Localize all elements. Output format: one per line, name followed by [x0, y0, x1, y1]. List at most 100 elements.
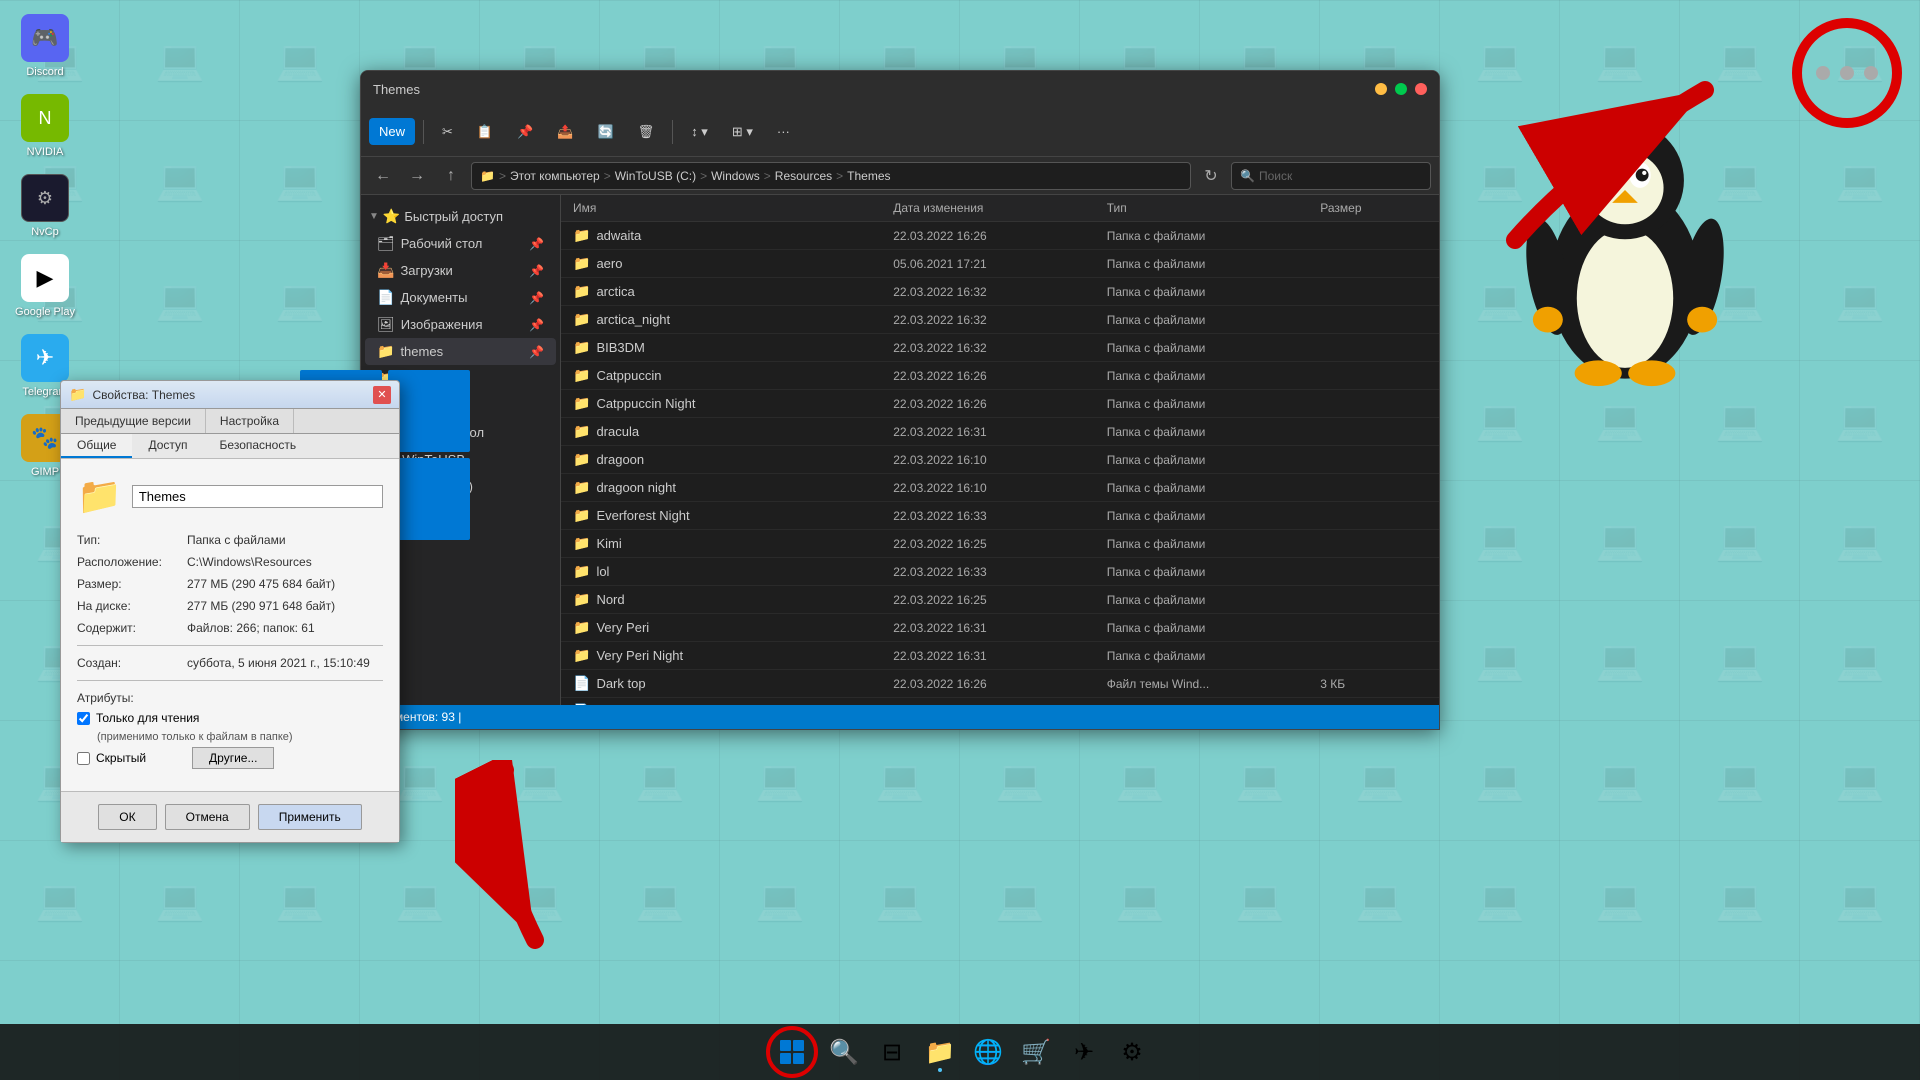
pin-button[interactable]: 📌 — [507, 118, 543, 146]
table-row[interactable]: 📁 Kimi 22.03.2022 16:25 Папка с файлами — [561, 530, 1439, 558]
google-icon: ▶ — [21, 254, 69, 302]
taskbar-explorer[interactable]: 📁 — [918, 1030, 962, 1074]
table-row[interactable]: 📁 lol 22.03.2022 16:33 Папка с файлами — [561, 558, 1439, 586]
table-row[interactable]: 📁 arctica 22.03.2022 16:32 Папка с файла… — [561, 278, 1439, 306]
path-segment-themes[interactable]: Themes — [847, 169, 890, 183]
table-row[interactable]: 📁 Nord 22.03.2022 16:25 Папка с файлами — [561, 586, 1439, 614]
up-button[interactable]: ↑ — [437, 162, 465, 190]
file-type-cell: Папка с файлами — [1107, 257, 1321, 271]
start-button-circle[interactable] — [766, 1026, 818, 1078]
documents-folder-icon: 📄 — [377, 289, 394, 306]
table-row[interactable]: 📁 aero 05.06.2021 17:21 Папка с файлами — [561, 250, 1439, 278]
sidebar-item-downloads[interactable]: 📥 Загрузки 📌 — [365, 257, 556, 284]
minimize-button[interactable] — [1375, 83, 1387, 95]
refresh-button[interactable]: 🔄 — [587, 118, 623, 146]
file-name-cell: 📁 arctica — [573, 283, 893, 300]
desktop-icon-google[interactable]: ▶ Google Play — [10, 250, 80, 322]
dialog-attrs-row: Атрибуты: — [77, 691, 383, 705]
table-row[interactable]: 📁 Very Peri 22.03.2022 16:31 Папка с фай… — [561, 614, 1439, 642]
cut-button[interactable]: ✂ — [432, 118, 463, 146]
sidebar-quickaccess-header[interactable]: ▼ ⭐ Быстрый доступ — [361, 203, 560, 230]
dialog-tab-prev-versions[interactable]: Предыдущие версии — [61, 409, 206, 433]
dialog-tab-general[interactable]: Общие — [61, 434, 132, 458]
dialog-tab-access[interactable]: Доступ — [132, 434, 203, 458]
toolbar-separator-1 — [423, 120, 424, 144]
hidden-checkbox[interactable] — [77, 752, 90, 765]
ok-button[interactable]: ОК — [98, 804, 156, 830]
table-row[interactable]: 📄 ... 22.03.2022 16:26 Файл темы Wind...… — [561, 698, 1439, 705]
path-segment-wintousb[interactable]: WinToUSB (C:) — [615, 169, 696, 183]
table-row[interactable]: 📁 Catppuccin Night 22.03.2022 16:26 Папк… — [561, 390, 1439, 418]
dialog-tab-security[interactable]: Безопасность — [204, 434, 313, 458]
delete-button[interactable]: 🗑 — [628, 118, 665, 146]
dialog-tab-settings[interactable]: Настройка — [206, 409, 294, 433]
forward-button[interactable]: → — [403, 162, 431, 190]
table-row[interactable]: 📁 Catppuccin 22.03.2022 16:26 Папка с фа… — [561, 362, 1439, 390]
apply-button[interactable]: Применить — [258, 804, 362, 830]
folder-icon: 📁 — [573, 619, 590, 636]
path-segment-resources[interactable]: Resources — [775, 169, 832, 183]
dialog-close-button[interactable]: ✕ — [373, 386, 391, 404]
table-row[interactable]: 📁 dragoon night 22.03.2022 16:10 Папка с… — [561, 474, 1439, 502]
desktop-icon-nvcp[interactable]: ⚙ NvCp — [10, 170, 80, 242]
path-segment-computer[interactable]: 📁 — [480, 169, 495, 183]
taskbar-search[interactable]: 🔍 — [822, 1030, 866, 1074]
table-row[interactable]: 📁 Everforest Night 22.03.2022 16:33 Папк… — [561, 502, 1439, 530]
sort-button[interactable]: ↕ ▾ — [681, 118, 718, 146]
table-row[interactable]: 📁 Very Peri Night 22.03.2022 16:31 Папка… — [561, 642, 1439, 670]
file-type-cell: Папка с файлами — [1107, 565, 1321, 579]
dialog-created-row: Создан: суббота, 5 июня 2021 г., 15:10:4… — [77, 656, 383, 670]
col-type-header[interactable]: Тип — [1107, 201, 1321, 215]
taskbar-taskview[interactable]: ⊟ — [870, 1030, 914, 1074]
sidebar-item-images[interactable]: 🖼 Изображения 📌 — [365, 311, 556, 338]
folder-icon: 📁 — [573, 255, 590, 272]
address-path[interactable]: 📁 > Этот компьютер > WinToUSB (C:) > Win… — [471, 162, 1191, 190]
win-quad-tr — [388, 370, 470, 452]
file-name-cell: 📁 BIB3DM — [573, 339, 893, 356]
explorer-statusbar: Элементов: 93 | — [361, 705, 1439, 729]
back-button[interactable]: ← — [369, 162, 397, 190]
search-box[interactable]: 🔍 Поиск — [1231, 162, 1431, 190]
taskbar-store[interactable]: 🛒 — [1014, 1030, 1058, 1074]
copy-button[interactable]: 📋 — [467, 118, 503, 146]
share-button[interactable]: 📤 — [547, 118, 583, 146]
desktop-icon-discord[interactable]: 🎮 Discord — [10, 10, 80, 82]
dialog-folder-name-input[interactable] — [132, 485, 383, 508]
folder-icon: 📁 — [573, 311, 590, 328]
other-button[interactable]: Другие... — [192, 747, 274, 769]
red-arrow-top — [1505, 60, 1785, 260]
cancel-button[interactable]: Отмена — [165, 804, 250, 830]
win-quad-br — [388, 458, 470, 540]
dialog-type-row: Тип: Папка с файлами — [77, 533, 383, 547]
maximize-button[interactable] — [1395, 83, 1407, 95]
table-row[interactable]: 📁 adwaita 22.03.2022 16:26 Папка с файла… — [561, 222, 1439, 250]
taskbar-settings[interactable]: ⚙ — [1110, 1030, 1154, 1074]
sidebar-item-themes-lower[interactable]: 📁 themes 📌 — [365, 338, 556, 365]
pin-icon-3: 📌 — [529, 291, 544, 305]
more-button[interactable]: ··· — [767, 118, 800, 145]
taskbar-telegram[interactable]: ✈ — [1062, 1030, 1106, 1074]
new-button[interactable]: New — [369, 118, 415, 145]
file-date-cell: 22.03.2022 16:31 — [893, 425, 1107, 439]
table-row[interactable]: 📁 dracula 22.03.2022 16:31 Папка с файла… — [561, 418, 1439, 446]
readonly-checkbox[interactable] — [77, 712, 90, 725]
table-row[interactable]: 📁 arctica_night 22.03.2022 16:32 Папка с… — [561, 306, 1439, 334]
discord-icon: 🎮 — [21, 14, 69, 62]
table-row[interactable]: 📄 Dark top 22.03.2022 16:26 Файл темы Wi… — [561, 670, 1439, 698]
file-name-text: Catppuccin Night — [596, 396, 695, 411]
col-size-header[interactable]: Размер — [1320, 201, 1427, 215]
taskbar-edge[interactable]: 🌐 — [966, 1030, 1010, 1074]
view-button[interactable]: ⊞ ▾ — [722, 118, 763, 146]
col-date-header[interactable]: Дата изменения — [893, 201, 1107, 215]
sidebar-item-desktop[interactable]: 🗂 Рабочий стол 📌 — [365, 230, 556, 257]
path-segment-windows[interactable]: Windows — [711, 169, 760, 183]
close-button[interactable] — [1415, 83, 1427, 95]
path-segment-computer-label[interactable]: Этот компьютер — [510, 169, 600, 183]
file-name-cell: 📄 Dark top — [573, 675, 893, 692]
desktop-icon-nvidia[interactable]: N NVIDIA — [10, 90, 80, 162]
table-row[interactable]: 📁 dragoon 22.03.2022 16:10 Папка с файла… — [561, 446, 1439, 474]
refresh-addr-button[interactable]: ↻ — [1197, 162, 1225, 190]
col-name-header[interactable]: Имя — [573, 201, 893, 215]
table-row[interactable]: 📁 BIB3DM 22.03.2022 16:32 Папка с файлам… — [561, 334, 1439, 362]
sidebar-item-documents[interactable]: 📄 Документы 📌 — [365, 284, 556, 311]
